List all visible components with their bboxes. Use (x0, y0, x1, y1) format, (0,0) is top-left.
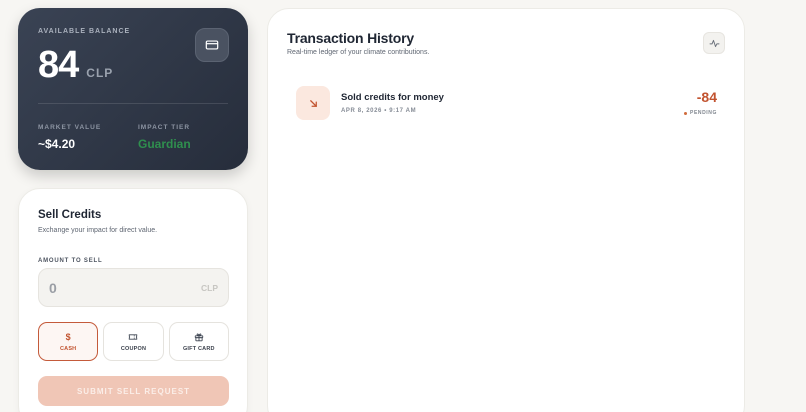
balance-unit: CLP (86, 66, 114, 80)
activity-button[interactable] (703, 32, 725, 54)
history-title: Transaction History (287, 30, 414, 46)
balance-divider (38, 103, 228, 104)
transaction-date: APR 8, 2026 • 9:17 AM (341, 108, 417, 114)
card-button[interactable] (195, 28, 229, 62)
transaction-icon-box (296, 86, 330, 120)
method-cash-button[interactable]: $ CASH (38, 322, 99, 361)
impact-tier-value: Guardian (138, 137, 191, 151)
transaction-amount: -84 (696, 89, 717, 105)
balance-value-row: 84 CLP (38, 44, 113, 87)
transaction-row[interactable]: Sold credits for money APR 8, 2026 • 9:1… (296, 86, 717, 120)
method-gift-card-button[interactable]: GIFT CARD (168, 322, 229, 361)
credit-card-icon (205, 40, 219, 50)
method-coupon-button[interactable]: COUPON (103, 322, 164, 361)
gift-icon (194, 332, 204, 342)
dollar-icon: $ (65, 331, 71, 342)
amount-unit: CLP (201, 282, 218, 293)
sell-credits-card: Sell Credits Exchange your impact for di… (18, 188, 248, 412)
sell-subtitle: Exchange your impact for direct value. (38, 227, 158, 234)
activity-icon (709, 39, 719, 47)
market-value-label: MARKET VALUE (38, 124, 102, 131)
sell-title: Sell Credits (38, 209, 102, 221)
payout-methods: $ CASH COUPON GIFT CARD (38, 322, 229, 361)
balance-label: AVAILABLE BALANCE (38, 28, 131, 35)
balance-value: 84 (38, 44, 79, 86)
history-subtitle: Real-time ledger of your climate contrib… (287, 49, 430, 56)
market-value-stat: MARKET VALUE ~$4.20 (38, 124, 101, 151)
impact-tier-label: IMPACT TIER (138, 124, 191, 131)
impact-tier-stat: IMPACT TIER Guardian (138, 124, 191, 151)
market-value: ~$4.20 (38, 137, 76, 151)
method-coupon-label: COUPON (120, 345, 147, 352)
method-gift-card-label: GIFT CARD (182, 345, 215, 352)
amount-value: 0 (49, 279, 57, 296)
method-cash-label: CASH (59, 345, 77, 352)
arrow-down-right-icon (309, 99, 317, 107)
transaction-name: Sold credits for money (341, 92, 444, 103)
transaction-status-label: PENDING (690, 110, 717, 116)
amount-label: AMOUNT TO SELL (38, 258, 103, 264)
status-dot (684, 111, 688, 115)
submit-sell-request-button[interactable]: SUBMIT SELL REQUEST (38, 376, 229, 406)
transaction-history-card: Transaction History Real-time ledger of … (267, 8, 745, 412)
balance-card: AVAILABLE BALANCE 84 CLP MARKET VALUE ~$… (18, 8, 248, 170)
ticket-icon (128, 332, 138, 342)
amount-input[interactable]: 0 CLP (38, 268, 229, 307)
transaction-status: PENDING (684, 110, 717, 116)
